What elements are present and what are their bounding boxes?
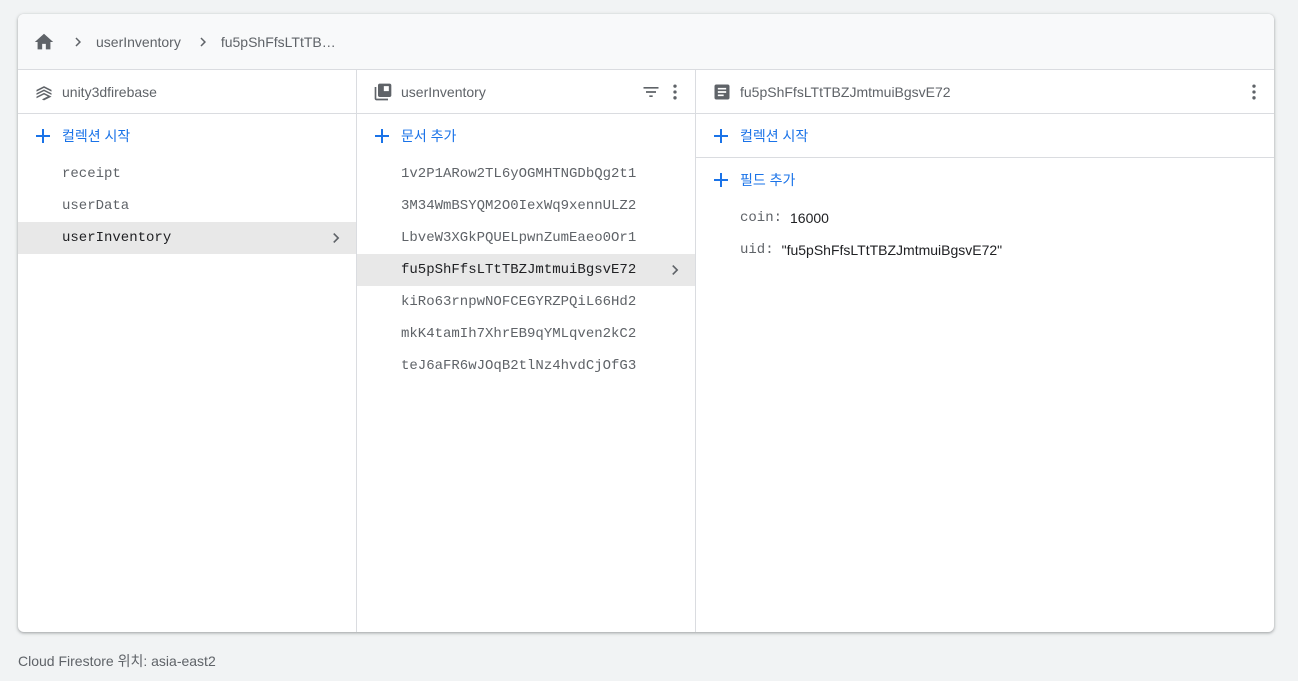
document-item-label: 1v2P1ARow2TL6yOGMHTNGDbQg2t1	[401, 166, 637, 182]
document-item-label: LbveW3XGkPQUELpwnZumEaeo0Or1	[401, 230, 637, 246]
collection-column-title: userInventory	[401, 83, 486, 100]
collection-item-label: userData	[62, 198, 130, 214]
field-row-uid[interactable]: uid: "fu5pShFfsLTtTBZJmtmuiBgsvE72"	[696, 234, 1274, 266]
document-item-label: kiRo63rnpwNOFCEGYRZPQiL66Hd2	[401, 294, 637, 310]
field-list: coin: 16000 uid: "fu5pShFfsLTtTBZJmtmuiB…	[696, 202, 1274, 266]
document-item[interactable]: mkK4tamIh7XhrEB9qYMLqven2kC2	[357, 318, 695, 350]
document-item[interactable]: kiRo63rnpwNOFCEGYRZPQiL66Hd2	[357, 286, 695, 318]
plus-icon	[712, 171, 730, 189]
document-item-selected[interactable]: fu5pShFfsLTtTBZJmtmuiBgsvE72	[357, 254, 695, 286]
document-list: 1v2P1ARow2TL6yOGMHTNGDbQg2t1 3M34WmBSYQM…	[357, 158, 695, 382]
document-column-title: fu5pShFfsLTtTBZJmtmuiBgsvE72	[740, 83, 951, 100]
field-value: 16000	[790, 210, 829, 226]
collection-item-label: receipt	[62, 166, 121, 182]
collection-item-label: userInventory	[62, 230, 172, 246]
document-item-label: 3M34WmBSYQM2O0IexWq9xennULZ2	[401, 198, 637, 214]
add-field-button[interactable]: 필드 추가	[696, 158, 1274, 202]
chevron-right-icon	[66, 30, 90, 54]
start-collection-label: 컬렉션 시작	[62, 128, 131, 144]
chevron-right-icon	[191, 30, 215, 54]
collection-column: userInventory 문서 추가 1v2P1ARow2TL6yOGMHTN…	[357, 70, 696, 632]
document-item[interactable]: teJ6aFR6wJOqB2tlNz4hvdCjOfG3	[357, 350, 695, 382]
chevron-right-icon	[326, 228, 346, 248]
firestore-database-icon	[34, 82, 54, 102]
plus-icon	[34, 127, 52, 145]
collection-icon	[373, 82, 393, 102]
breadcrumb: userInventory fu5pShFfsLTtTB…	[18, 14, 1274, 70]
breadcrumb-item-collection[interactable]: userInventory	[96, 34, 181, 50]
collection-item-userinventory[interactable]: userInventory	[18, 222, 356, 254]
plus-icon	[373, 127, 391, 145]
field-colon: :	[765, 242, 774, 258]
document-item-label: mkK4tamIh7XhrEB9qYMLqven2kC2	[401, 326, 637, 342]
collection-column-header: userInventory	[357, 70, 695, 114]
add-field-label: 필드 추가	[740, 172, 796, 188]
add-document-label: 문서 추가	[401, 128, 457, 144]
start-collection-button[interactable]: 컬렉션 시작	[18, 114, 356, 158]
more-vert-icon[interactable]	[1242, 80, 1266, 104]
document-item[interactable]: LbveW3XGkPQUELpwnZumEaeo0Or1	[357, 222, 695, 254]
filter-icon[interactable]	[639, 80, 663, 104]
more-vert-icon[interactable]	[663, 80, 687, 104]
plus-icon	[712, 127, 730, 145]
document-item[interactable]: 3M34WmBSYQM2O0IexWq9xennULZ2	[357, 190, 695, 222]
root-column: unity3dfirebase 컬렉션 시작 receipt userData …	[18, 70, 357, 632]
add-document-button[interactable]: 문서 추가	[357, 114, 695, 158]
document-item-label: fu5pShFfsLTtTBZJmtmuiBgsvE72	[401, 262, 637, 278]
root-column-title: unity3dfirebase	[62, 83, 157, 100]
start-subcollection-button[interactable]: 컬렉션 시작	[696, 114, 1274, 158]
columns-container: unity3dfirebase 컬렉션 시작 receipt userData …	[18, 70, 1274, 632]
start-subcollection-label: 컬렉션 시작	[740, 127, 809, 144]
chevron-right-icon	[665, 260, 685, 280]
home-icon[interactable]	[32, 30, 56, 54]
firestore-data-panel: userInventory fu5pShFfsLTtTB… unity3dfir…	[18, 14, 1274, 632]
field-colon: :	[773, 210, 783, 226]
collection-item-userdata[interactable]: userData	[18, 190, 356, 222]
firestore-location-footer: Cloud Firestore 위치: asia-east2	[18, 653, 216, 669]
document-column-header: fu5pShFfsLTtTBZJmtmuiBgsvE72	[696, 70, 1274, 114]
collection-item-receipt[interactable]: receipt	[18, 158, 356, 190]
field-value: "fu5pShFfsLTtTBZJmtmuiBgsvE72"	[781, 242, 1003, 258]
field-key: coin	[740, 210, 774, 226]
document-icon	[712, 82, 732, 102]
breadcrumb-item-document[interactable]: fu5pShFfsLTtTB…	[221, 34, 336, 50]
root-column-header: unity3dfirebase	[18, 70, 356, 114]
document-item-label: teJ6aFR6wJOqB2tlNz4hvdCjOfG3	[401, 358, 637, 374]
field-key: uid	[740, 242, 766, 258]
collection-list: receipt userData userInventory	[18, 158, 356, 254]
document-column: fu5pShFfsLTtTBZJmtmuiBgsvE72 컬렉션 시작 필드 추…	[696, 70, 1274, 632]
document-item[interactable]: 1v2P1ARow2TL6yOGMHTNGDbQg2t1	[357, 158, 695, 190]
field-row-coin[interactable]: coin: 16000	[696, 202, 1274, 234]
